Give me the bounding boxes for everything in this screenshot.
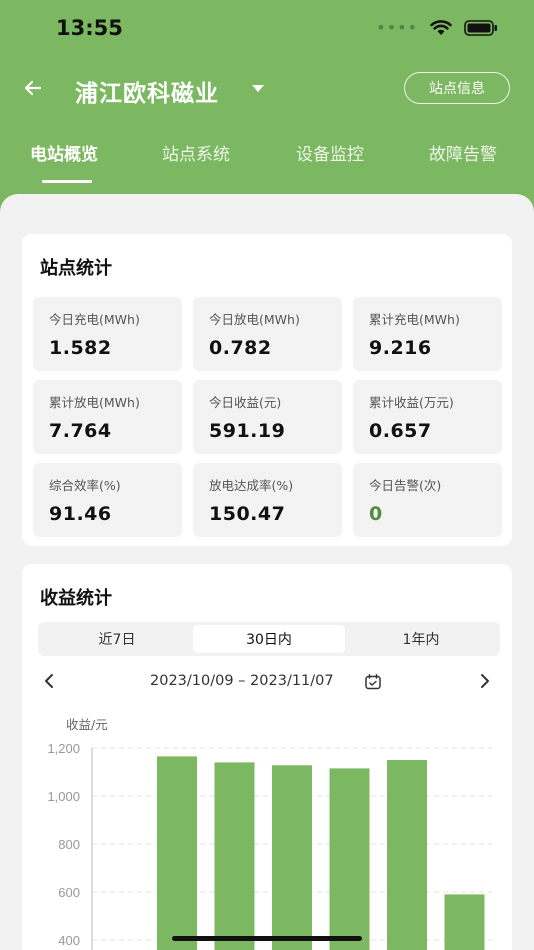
revenue-bar-chart: 1,200 1,000 800 600 400 bbox=[47, 741, 492, 950]
chevron-right-icon bbox=[481, 674, 489, 688]
status-icons: •••• bbox=[376, 18, 498, 37]
stat-label: 今日放电(MWh) bbox=[209, 312, 300, 327]
status-time: 13:55 bbox=[56, 16, 123, 40]
period-1-year[interactable]: 1年内 bbox=[345, 625, 497, 653]
revenue-bar[interactable] bbox=[444, 894, 485, 950]
y-tick-label: 800 bbox=[58, 837, 80, 852]
station-stats-card: 站点统计 今日充电(MWh) 1.582 今日放电(MWh) 0.782 累计充… bbox=[22, 234, 512, 546]
chart-y-axis-label: 收益/元 bbox=[66, 717, 108, 732]
tab-fault-alarm[interactable]: 故障告警 bbox=[429, 140, 497, 165]
back-button[interactable] bbox=[20, 74, 48, 102]
stat-value: 591.19 bbox=[209, 420, 286, 442]
prev-range-button[interactable] bbox=[38, 670, 60, 692]
y-tick-label: 1,000 bbox=[47, 789, 80, 804]
stat-today-revenue: 今日收益(元) 591.19 bbox=[193, 380, 342, 454]
active-tab-indicator bbox=[42, 180, 92, 183]
stat-today-charge: 今日充电(MWh) 1.582 bbox=[33, 297, 182, 371]
stat-value: 0.782 bbox=[209, 337, 272, 359]
caret-down-icon[interactable] bbox=[252, 85, 264, 92]
period-7-days[interactable]: 近7日 bbox=[41, 625, 193, 653]
stat-today-alarms[interactable]: 今日告警(次) 0 bbox=[353, 463, 502, 537]
station-name-dropdown[interactable]: 浦江欧科磁业 bbox=[75, 74, 219, 108]
stat-discharge-rate: 放电达成率(%) 150.47 bbox=[193, 463, 342, 537]
revenue-bar[interactable] bbox=[272, 765, 312, 950]
revenue-bar[interactable] bbox=[387, 760, 427, 950]
stat-total-charge: 累计充电(MWh) 9.216 bbox=[353, 297, 502, 371]
battery-icon bbox=[464, 19, 498, 36]
stat-overall-efficiency: 综合效率(%) 91.46 bbox=[33, 463, 182, 537]
tab-bar: 电站概览 站点系统 设备监控 故障告警 bbox=[0, 128, 534, 188]
stat-label: 累计收益(万元) bbox=[369, 395, 454, 410]
date-range-row: 2023/10/09 – 2023/11/07 bbox=[22, 668, 512, 698]
stat-value: 7.764 bbox=[49, 420, 112, 442]
revenue-stats-card: 收益统计 近7日 30日内 1年内 2023/10/09 – 2023/11/0… bbox=[22, 564, 512, 950]
revenue-bar[interactable] bbox=[157, 756, 197, 950]
arrow-left-icon bbox=[24, 80, 42, 96]
stat-label: 累计放电(MWh) bbox=[49, 395, 140, 410]
tab-overview[interactable]: 电站概览 bbox=[30, 140, 98, 165]
stat-label: 累计充电(MWh) bbox=[369, 312, 460, 327]
period-selector: 近7日 30日内 1年内 bbox=[38, 622, 500, 656]
revenue-bar[interactable] bbox=[214, 762, 255, 950]
stat-value: 150.47 bbox=[209, 503, 286, 525]
stat-label: 今日告警(次) bbox=[369, 478, 442, 493]
content-area: 站点统计 今日充电(MWh) 1.582 今日放电(MWh) 0.782 累计充… bbox=[0, 194, 534, 950]
stat-label: 今日收益(元) bbox=[209, 395, 282, 410]
stat-value: 0.657 bbox=[369, 420, 432, 442]
revenue-stats-title: 收益统计 bbox=[40, 588, 112, 609]
tab-device-monitor[interactable]: 设备监控 bbox=[296, 140, 364, 165]
stat-label: 今日充电(MWh) bbox=[49, 312, 140, 327]
y-tick-label: 400 bbox=[58, 933, 80, 948]
header: 浦江欧科磁业 站点信息 bbox=[0, 60, 534, 120]
next-range-button[interactable] bbox=[474, 670, 496, 692]
date-range-text[interactable]: 2023/10/09 – 2023/11/07 bbox=[150, 673, 334, 689]
station-stats-title: 站点统计 bbox=[40, 258, 112, 279]
y-tick-label: 600 bbox=[58, 885, 80, 900]
station-info-button[interactable]: 站点信息 bbox=[404, 72, 510, 104]
stat-total-discharge: 累计放电(MWh) 7.764 bbox=[33, 380, 182, 454]
y-tick-label: 1,200 bbox=[47, 741, 80, 756]
chevron-left-icon bbox=[45, 674, 53, 688]
stat-today-discharge: 今日放电(MWh) 0.782 bbox=[193, 297, 342, 371]
status-bar: 13:55 •••• bbox=[0, 0, 534, 58]
wifi-icon bbox=[430, 19, 452, 36]
stat-value: 1.582 bbox=[49, 337, 112, 359]
stat-value: 0 bbox=[369, 503, 383, 525]
home-indicator bbox=[172, 936, 362, 941]
period-30-days[interactable]: 30日内 bbox=[193, 625, 345, 653]
revenue-bar[interactable] bbox=[329, 768, 370, 950]
stat-label: 放电达成率(%) bbox=[209, 478, 294, 493]
stat-total-revenue: 累计收益(万元) 0.657 bbox=[353, 380, 502, 454]
signal-dots-icon: •••• bbox=[376, 18, 418, 37]
stat-value: 91.46 bbox=[49, 503, 112, 525]
tab-station-system[interactable]: 站点系统 bbox=[162, 140, 230, 165]
stat-label: 综合效率(%) bbox=[49, 478, 121, 493]
calendar-icon[interactable] bbox=[364, 673, 382, 691]
stat-value: 9.216 bbox=[369, 337, 432, 359]
